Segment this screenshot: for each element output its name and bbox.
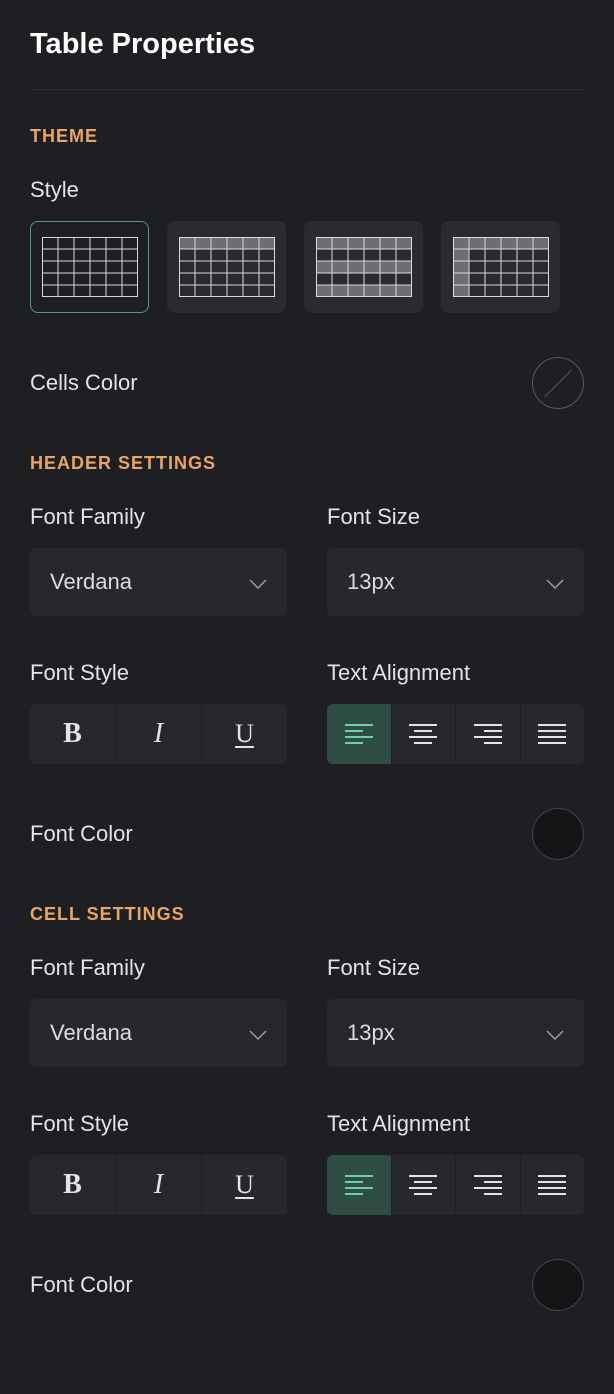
table-style-striped[interactable] xyxy=(304,221,423,313)
align-justify-icon xyxy=(538,723,566,745)
panel-title: Table Properties xyxy=(30,0,584,90)
style-label: Style xyxy=(30,177,584,203)
header-italic-button[interactable]: I xyxy=(116,704,202,764)
header-text-alignment-label: Text Alignment xyxy=(327,660,584,686)
header-font-family-select[interactable]: Verdana xyxy=(30,548,287,616)
header-align-right-button[interactable] xyxy=(456,704,521,764)
header-align-left-button[interactable] xyxy=(327,704,392,764)
header-align-center-button[interactable] xyxy=(392,704,457,764)
header-font-style-label: Font Style xyxy=(30,660,287,686)
cell-align-left-button[interactable] xyxy=(327,1155,392,1215)
table-style-column[interactable] xyxy=(441,221,560,313)
underline-icon: U xyxy=(235,719,254,749)
table-style-header[interactable] xyxy=(167,221,286,313)
cell-italic-button[interactable]: I xyxy=(116,1155,202,1215)
header-font-size-value: 13px xyxy=(347,569,395,595)
align-left-icon xyxy=(345,1174,373,1196)
cell-bold-button[interactable]: B xyxy=(30,1155,116,1215)
cell-font-size-select[interactable]: 13px xyxy=(327,999,584,1067)
cell-font-family-select[interactable]: Verdana xyxy=(30,999,287,1067)
align-justify-icon xyxy=(538,1174,566,1196)
align-center-icon xyxy=(409,1174,437,1196)
cells-color-label: Cells Color xyxy=(30,370,138,396)
header-font-color-well[interactable] xyxy=(532,808,584,860)
header-underline-button[interactable]: U xyxy=(202,704,287,764)
header-font-size-label: Font Size xyxy=(327,504,584,530)
cells-color-well[interactable] xyxy=(532,357,584,409)
chevron-down-icon xyxy=(249,1020,267,1046)
header-settings-heading: HEADER SETTINGS xyxy=(30,453,584,474)
table-header-icon xyxy=(179,237,275,297)
table-column-icon xyxy=(453,237,549,297)
bold-icon: B xyxy=(63,1169,82,1201)
cell-font-family-label: Font Family xyxy=(30,955,287,981)
cell-underline-button[interactable]: U xyxy=(202,1155,287,1215)
cell-text-alignment-label: Text Alignment xyxy=(327,1111,584,1137)
table-striped-icon xyxy=(316,237,412,297)
table-grid-icon xyxy=(42,237,138,297)
cell-font-color-label: Font Color xyxy=(30,1272,133,1298)
chevron-down-icon xyxy=(249,569,267,595)
cell-font-style-label: Font Style xyxy=(30,1111,287,1137)
table-style-plain[interactable] xyxy=(30,221,149,313)
bold-icon: B xyxy=(63,718,82,750)
align-right-icon xyxy=(474,1174,502,1196)
cell-font-color-well[interactable] xyxy=(532,1259,584,1311)
align-center-icon xyxy=(409,723,437,745)
header-font-family-label: Font Family xyxy=(30,504,287,530)
underline-icon: U xyxy=(235,1170,254,1200)
header-bold-button[interactable]: B xyxy=(30,704,116,764)
chevron-down-icon xyxy=(546,1020,564,1046)
header-font-color-label: Font Color xyxy=(30,821,133,847)
italic-icon: I xyxy=(154,718,163,750)
header-font-family-value: Verdana xyxy=(50,569,132,595)
theme-heading: THEME xyxy=(30,126,584,147)
cell-font-size-value: 13px xyxy=(347,1020,395,1046)
italic-icon: I xyxy=(154,1169,163,1201)
header-align-justify-button[interactable] xyxy=(521,704,585,764)
cell-font-family-value: Verdana xyxy=(50,1020,132,1046)
cell-align-center-button[interactable] xyxy=(392,1155,457,1215)
chevron-down-icon xyxy=(546,569,564,595)
align-right-icon xyxy=(474,723,502,745)
cell-settings-heading: CELL SETTINGS xyxy=(30,904,584,925)
cell-align-justify-button[interactable] xyxy=(521,1155,585,1215)
header-font-size-select[interactable]: 13px xyxy=(327,548,584,616)
cell-align-right-button[interactable] xyxy=(456,1155,521,1215)
align-left-icon xyxy=(345,723,373,745)
cell-font-size-label: Font Size xyxy=(327,955,584,981)
